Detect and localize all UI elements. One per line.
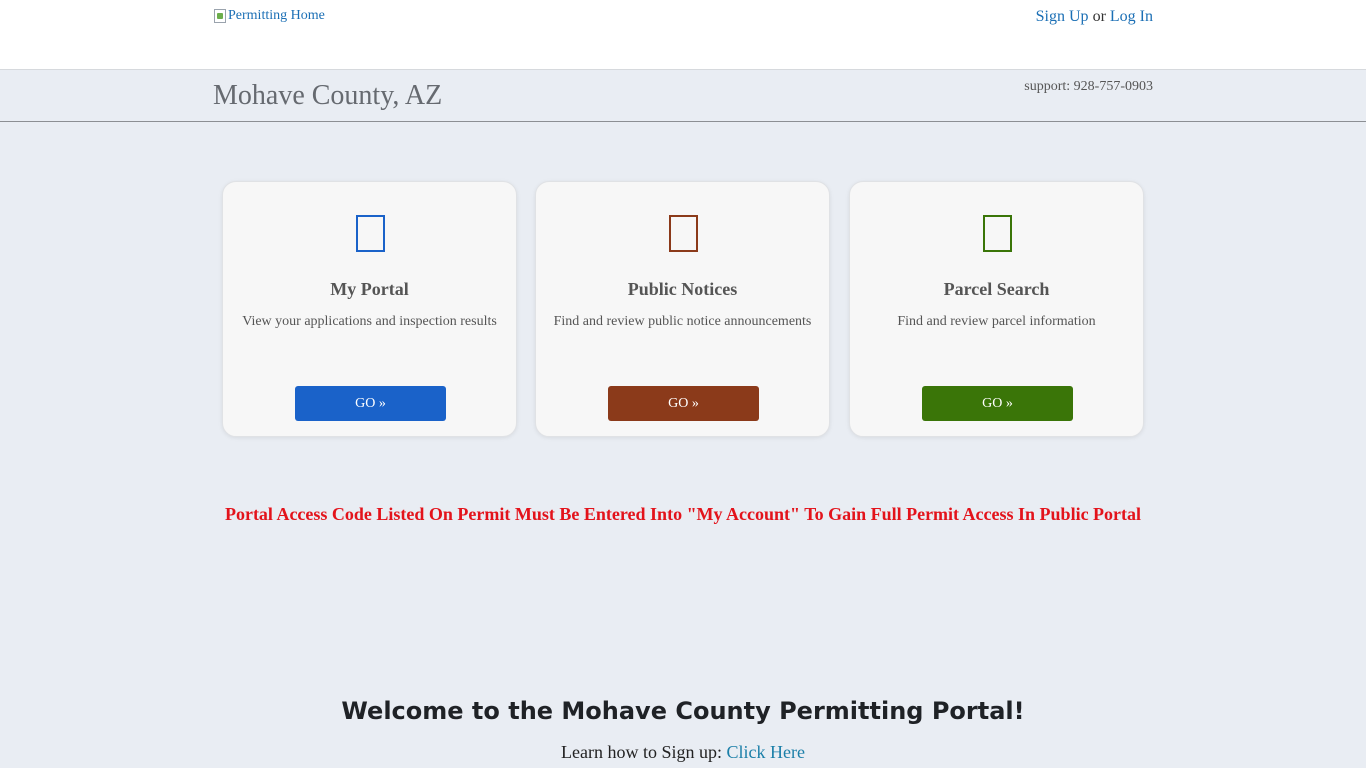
access-code-notice: Portal Access Code Listed On Permit Must… [224, 504, 1142, 524]
card-title: Parcel Search [943, 279, 1050, 299]
document-icon [669, 215, 698, 252]
card-description: View your applications and inspection re… [242, 314, 497, 329]
card-public-notices: Public Notices Find and review public no… [535, 181, 830, 437]
learn-sign-up: Learn how to Sign up: Click Here [0, 742, 1366, 763]
permitting-home-logo-link[interactable]: Permitting Home [214, 8, 325, 24]
public-notices-go-button[interactable]: GO » [608, 386, 759, 421]
card-my-portal: My Portal View your applications and ins… [222, 181, 517, 437]
document-icon [983, 215, 1012, 252]
top-bar: Permitting Home Sign Up or Log In [0, 0, 1366, 70]
card-title: Public Notices [627, 279, 738, 299]
or-text: or [1092, 8, 1106, 25]
portal-cards: My Portal View your applications and ins… [222, 181, 1144, 437]
welcome-heading: Welcome to the Mohave County Permitting … [341, 697, 1025, 725]
county-title: Mohave County, AZ [213, 80, 443, 111]
broken-image-icon [214, 9, 226, 23]
learn-prefix: Learn how to Sign up: [561, 742, 722, 762]
logo-alt-text: Permitting Home [228, 8, 325, 23]
card-title: My Portal [330, 279, 409, 299]
card-description: Find and review parcel information [897, 314, 1096, 329]
parcel-search-go-button[interactable]: GO » [922, 386, 1073, 421]
log-in-link[interactable]: Log In [1110, 8, 1153, 25]
county-header: Mohave County, AZ support: 928-757-0903 [0, 70, 1366, 122]
my-portal-go-button[interactable]: GO » [295, 386, 446, 421]
card-parcel-search: Parcel Search Find and review parcel inf… [849, 181, 1144, 437]
support-phone: support: 928-757-0903 [1024, 79, 1153, 94]
document-icon [356, 215, 385, 252]
click-here-link[interactable]: Click Here [727, 742, 805, 762]
sign-up-link[interactable]: Sign Up [1036, 8, 1089, 25]
card-description: Find and review public notice announceme… [553, 314, 812, 329]
auth-links: Sign Up or Log In [1036, 8, 1153, 26]
